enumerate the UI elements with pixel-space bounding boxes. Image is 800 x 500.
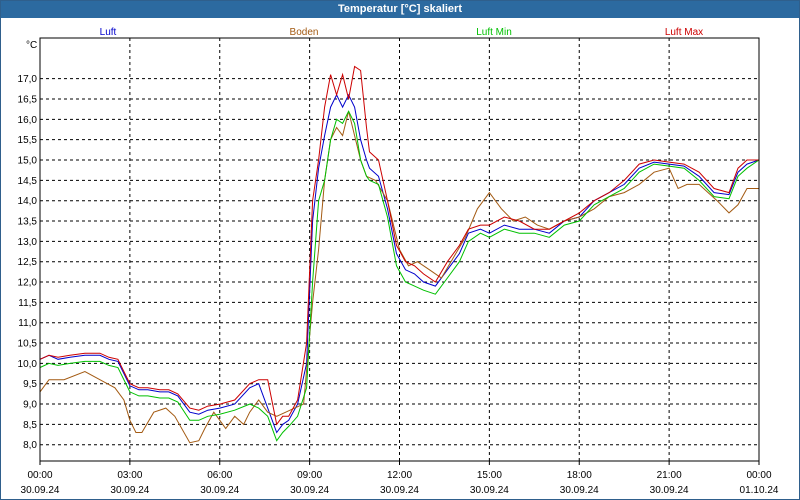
x-tick-date: 30.09.24: [560, 485, 599, 496]
legend: Luft Boden Luft Min Luft Max: [100, 27, 704, 38]
chart-window: Temperatur [°C] skaliert 8,0 8,5 9,0 9,5 10,…: [0, 0, 800, 500]
x-tick-time: 09:00: [297, 470, 322, 481]
y-tick-label: 12,0: [18, 278, 38, 289]
y-tick-label: 14,0: [18, 196, 38, 207]
x-tick-time: 18:00: [567, 470, 592, 481]
y-tick-label: 10,5: [18, 339, 38, 350]
x-tick-date: 30.09.24: [650, 485, 689, 496]
legend-entry-luft-max: Luft Max: [665, 27, 703, 38]
y-tick-label: 13,5: [18, 217, 38, 228]
x-tick-date: 30.09.24: [470, 485, 509, 496]
x-tick-date: 30.09.24: [290, 485, 329, 496]
legend-entry-boden: Boden: [290, 27, 319, 38]
legend-entry-luft: Luft: [100, 27, 117, 38]
y-tick-label: 11,5: [18, 298, 37, 309]
x-tick-time: 12:00: [387, 470, 412, 481]
x-tick-time: 15:00: [477, 470, 502, 481]
y-axis-ticks: 8,0 8,5 9,0 9,5 10,0 10,5 11,0 11,5 12,0 12,5 13,0…: [18, 74, 38, 451]
x-axis-ticks: 00:00 30.09.24 03:00 30.09.24 06:00 30.09.24 0…: [21, 461, 779, 496]
y-tick-label: 16,0: [18, 115, 38, 126]
y-tick-label: 12,5: [18, 257, 38, 268]
y-tick-label: 16,5: [18, 95, 38, 106]
y-tick-label: 13,0: [18, 237, 38, 248]
x-tick-date: 01.10.24: [740, 485, 779, 496]
x-tick-date: 30.09.24: [110, 485, 149, 496]
x-tick-time: 21:00: [657, 470, 682, 481]
y-tick-label: 8,5: [23, 420, 37, 431]
y-tick-label: 15,5: [18, 135, 38, 146]
x-tick-time: 00:00: [746, 470, 771, 481]
x-tick-time: 03:00: [117, 470, 142, 481]
y-tick-label: 15,0: [18, 156, 38, 167]
y-tick-label: 11,0: [18, 318, 37, 329]
y-tick-label: 14,5: [18, 176, 38, 187]
y-tick-label: 9,0: [23, 400, 37, 411]
temperature-chart: 8,0 8,5 9,0 9,5 10,0 10,5 11,0 11,5 12,0 12,5 13,0…: [18, 27, 779, 496]
legend-entry-luft-min: Luft Min: [476, 27, 512, 38]
x-tick-date: 30.09.24: [380, 485, 419, 496]
y-tick-label: 9,5: [23, 379, 37, 390]
x-tick-time: 06:00: [207, 470, 232, 481]
y-tick-label: 8,0: [23, 440, 37, 451]
y-tick-label: 10,0: [18, 359, 38, 370]
x-tick-date: 30.09.24: [200, 485, 239, 496]
y-tick-label: 17,0: [18, 74, 38, 85]
y-axis-unit-label: °C: [26, 40, 37, 51]
x-tick-time: 00:00: [27, 470, 52, 481]
x-tick-date: 30.09.24: [21, 485, 60, 496]
